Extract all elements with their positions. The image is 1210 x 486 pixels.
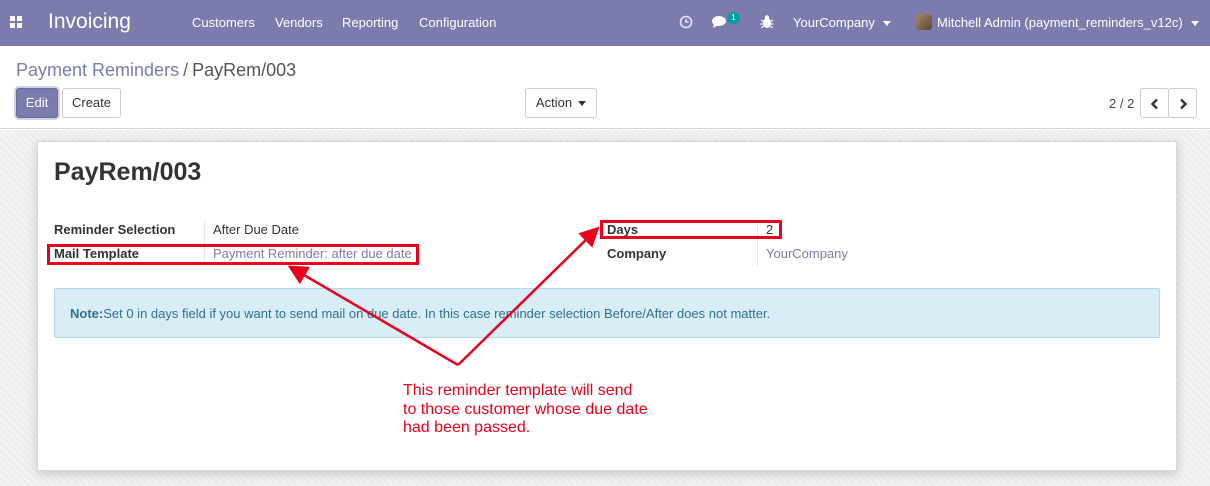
breadcrumb: Payment Reminders / PayRem/003 <box>16 60 296 81</box>
company-label: Company <box>607 246 667 261</box>
breadcrumb-parent-link[interactable]: Payment Reminders <box>16 60 179 80</box>
company-name: YourCompany <box>793 15 875 30</box>
breadcrumb-current: PayRem/003 <box>192 60 297 80</box>
create-button[interactable]: Create <box>62 88 121 118</box>
menu-reporting[interactable]: Reporting <box>342 15 398 30</box>
annotation-line: had been passed. <box>403 419 531 436</box>
action-dropdown[interactable]: Action <box>525 88 597 118</box>
clock-icon[interactable] <box>679 15 693 29</box>
breadcrumb-separator: / <box>183 60 189 80</box>
chevron-down-icon <box>1190 21 1199 27</box>
reminder-selection-label: Reminder Selection <box>54 222 176 237</box>
record-title: PayRem/003 <box>54 158 202 186</box>
message-count-badge: 1 <box>727 12 740 24</box>
chat-icon[interactable] <box>712 15 728 29</box>
action-label: Action <box>535 95 573 110</box>
bug-icon[interactable] <box>760 14 774 29</box>
chevron-left-icon <box>1150 98 1158 109</box>
pager-previous-button[interactable] <box>1140 88 1169 118</box>
annotation-line: to those customer whose due date <box>403 400 648 418</box>
chevron-down-icon <box>882 21 891 27</box>
note-prefix: Note: <box>70 306 104 321</box>
menu-configuration[interactable]: Configuration <box>419 15 496 30</box>
reminder-selection-value: After Due Date <box>213 222 299 237</box>
avatar <box>916 14 932 30</box>
company-link[interactable]: YourCompany <box>766 246 848 261</box>
mail-template-highlight-box <box>47 244 419 265</box>
note-text: Set 0 in days field if you want to send … <box>103 306 771 321</box>
annotation-line: This reminder template will send <box>403 382 633 399</box>
top-navbar: Invoicing Customers Vendors Reporting Co… <box>0 0 1210 46</box>
chevron-down-icon <box>578 101 587 107</box>
pager-value[interactable]: 2 / 2 <box>1109 96 1134 111</box>
user-menu[interactable]: Mitchell Admin (payment_reminders_v12c) <box>937 15 1199 30</box>
app-brand[interactable]: Invoicing <box>48 10 131 34</box>
annotation-text: This reminder template will send to thos… <box>403 382 648 438</box>
user-name: Mitchell Admin (payment_reminders_v12c) <box>937 15 1183 30</box>
menu-vendors[interactable]: Vendors <box>275 15 323 30</box>
menu-customers[interactable]: Customers <box>192 15 255 30</box>
edit-button[interactable]: Edit <box>16 88 58 118</box>
pager-next-button[interactable] <box>1168 88 1197 118</box>
note-alert: Note:Set 0 in days field if you want to … <box>54 288 1160 338</box>
apps-grid-icon[interactable] <box>10 16 23 29</box>
company-switcher[interactable]: YourCompany <box>793 15 891 30</box>
days-highlight-box <box>600 220 782 239</box>
control-panel: Payment Reminders / PayRem/003 Edit Create… <box>0 46 1210 129</box>
chevron-right-icon <box>1179 98 1187 109</box>
